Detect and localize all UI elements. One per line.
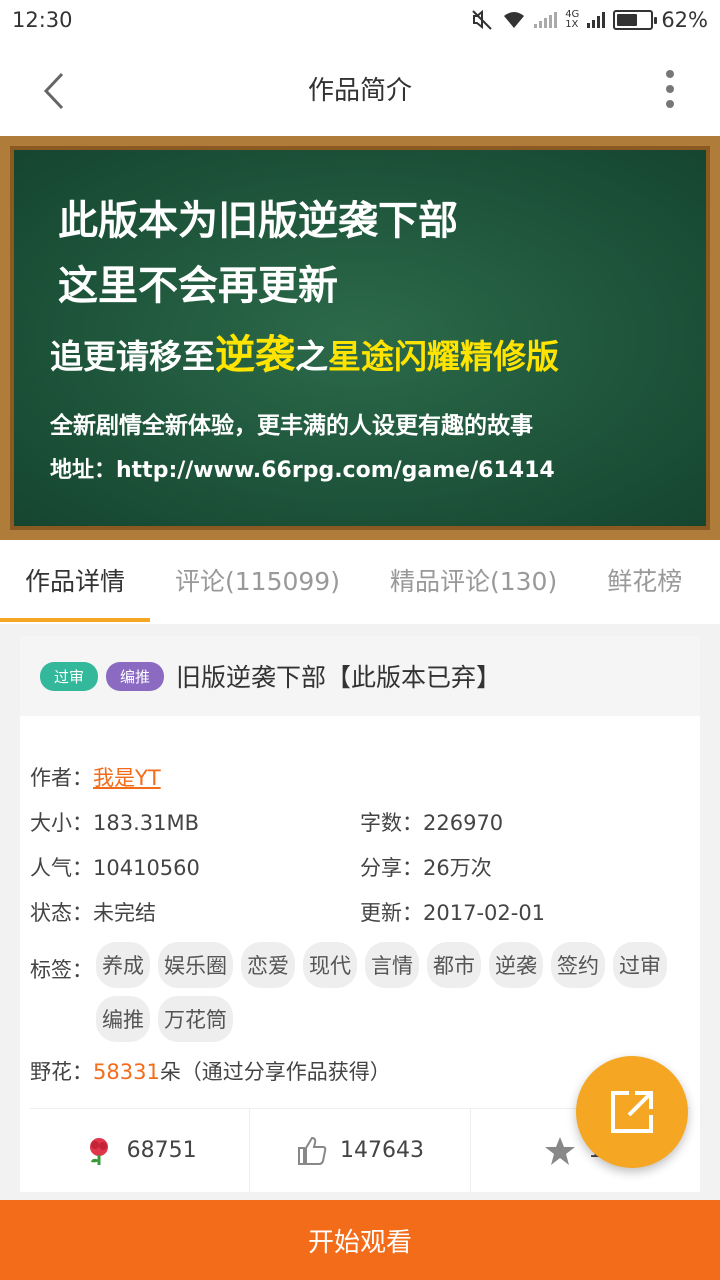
banner-line-3: 追更请移至逆袭之星途闪耀精修版: [50, 332, 559, 378]
tags-row: 标签： 养成 娱乐圈 恋爱 现代 言情 都市 逆袭 签约 过审 编推 万花筒: [30, 942, 690, 1042]
author-row: 作者： 我是YT: [30, 754, 690, 799]
tag[interactable]: 逆袭: [489, 942, 543, 988]
tag[interactable]: 言情: [365, 942, 419, 988]
author-link[interactable]: 我是YT: [93, 762, 161, 792]
tab-comments[interactable]: 评论(115099): [150, 540, 365, 624]
banner-line-2: 这里不会再更新: [58, 263, 338, 309]
tab-details[interactable]: 作品详情: [0, 540, 151, 624]
mute-icon: [472, 9, 492, 30]
word-count-field: 字数：226970: [360, 810, 504, 835]
banner-line-5: 地址：http://www.66rpg.com/game/61414: [50, 458, 555, 483]
network-type: 4G 1X: [565, 9, 580, 30]
status-icons: 4G 1X 62%: [470, 8, 708, 32]
chalkboard-image: 此版本为旧版逆袭下部 这里不会再更新 追更请移至逆袭之星途闪耀精修版 全新剧情全…: [10, 146, 710, 530]
more-vertical-icon[interactable]: [650, 64, 690, 114]
tab-flower-ranking[interactable]: 鲜花榜: [582, 540, 707, 624]
tag[interactable]: 娱乐圈: [158, 942, 233, 988]
send-flower-button[interactable]: 68751: [30, 1109, 251, 1192]
size-field: 大小：183.31MB: [30, 810, 200, 835]
cover-banner: 此版本为旧版逆袭下部 这里不会再更新 追更请移至逆袭之星途闪耀精修版 全新剧情全…: [0, 136, 720, 540]
back-button[interactable]: [30, 66, 80, 116]
work-title: 旧版逆袭下部【此版本已弃】: [176, 663, 502, 692]
star-icon: [545, 1136, 576, 1165]
update-date-field: 更新：2017-02-01: [360, 900, 546, 925]
chevron-left-icon: [43, 72, 64, 110]
rose-icon: [89, 1137, 108, 1165]
battery-percent: 62%: [661, 8, 708, 32]
tag[interactable]: 现代: [303, 942, 357, 988]
tag[interactable]: 过审: [613, 942, 667, 988]
tag[interactable]: 万花筒: [158, 996, 233, 1042]
share-count-field: 分享：26万次: [360, 855, 492, 880]
tag[interactable]: 恋爱: [241, 942, 295, 988]
app-bar: 作品简介: [0, 40, 720, 136]
thumbs-up-icon: [298, 1136, 327, 1165]
status-field: 状态：未完结: [30, 900, 156, 925]
popularity-field: 人气：10410560: [30, 855, 200, 880]
status-bar: 12:30 4G 1X 62%: [0, 0, 720, 40]
work-header: 过审 编推 旧版逆袭下部【此版本已弃】: [20, 636, 700, 716]
signal-icon: [587, 12, 606, 28]
share-fab[interactable]: [576, 1056, 688, 1168]
tab-featured-comments[interactable]: 精品评论(130): [365, 540, 582, 624]
banner-line-1: 此版本为旧版逆袭下部: [58, 198, 458, 244]
wild-flower-count: 58331: [93, 1060, 160, 1084]
status-time: 12:30: [12, 8, 73, 32]
approved-badge: 过审: [40, 661, 99, 691]
tag[interactable]: 养成: [96, 942, 150, 988]
banner-line-4: 全新剧情全新体验，更丰满的人设更有趣的故事: [50, 413, 533, 439]
tab-bar: 作品详情 评论(115099) 精品评论(130) 鲜花榜: [0, 540, 720, 624]
like-count: 147643: [340, 1138, 424, 1163]
tag-list: 养成 娱乐圈 恋爱 现代 言情 都市 逆袭 签约 过审 编推 万花筒: [96, 942, 686, 1042]
flower-count: 68751: [126, 1138, 197, 1163]
signal-icon-secondary: [534, 12, 558, 28]
like-button[interactable]: 147643: [250, 1109, 471, 1192]
editor-pick-badge: 编推: [106, 661, 165, 691]
tag[interactable]: 编推: [96, 996, 150, 1042]
work-info: 作者： 我是YT 大小：183.31MB 字数：226970 人气：104105…: [30, 754, 690, 1086]
tag[interactable]: 都市: [427, 942, 481, 988]
page-title: 作品简介: [307, 75, 412, 106]
tag[interactable]: 签约: [551, 942, 605, 988]
start-watching-button[interactable]: 开始观看: [0, 1200, 720, 1280]
battery-icon: [613, 10, 658, 30]
wifi-icon: [504, 12, 525, 28]
share-icon: [611, 1091, 653, 1133]
